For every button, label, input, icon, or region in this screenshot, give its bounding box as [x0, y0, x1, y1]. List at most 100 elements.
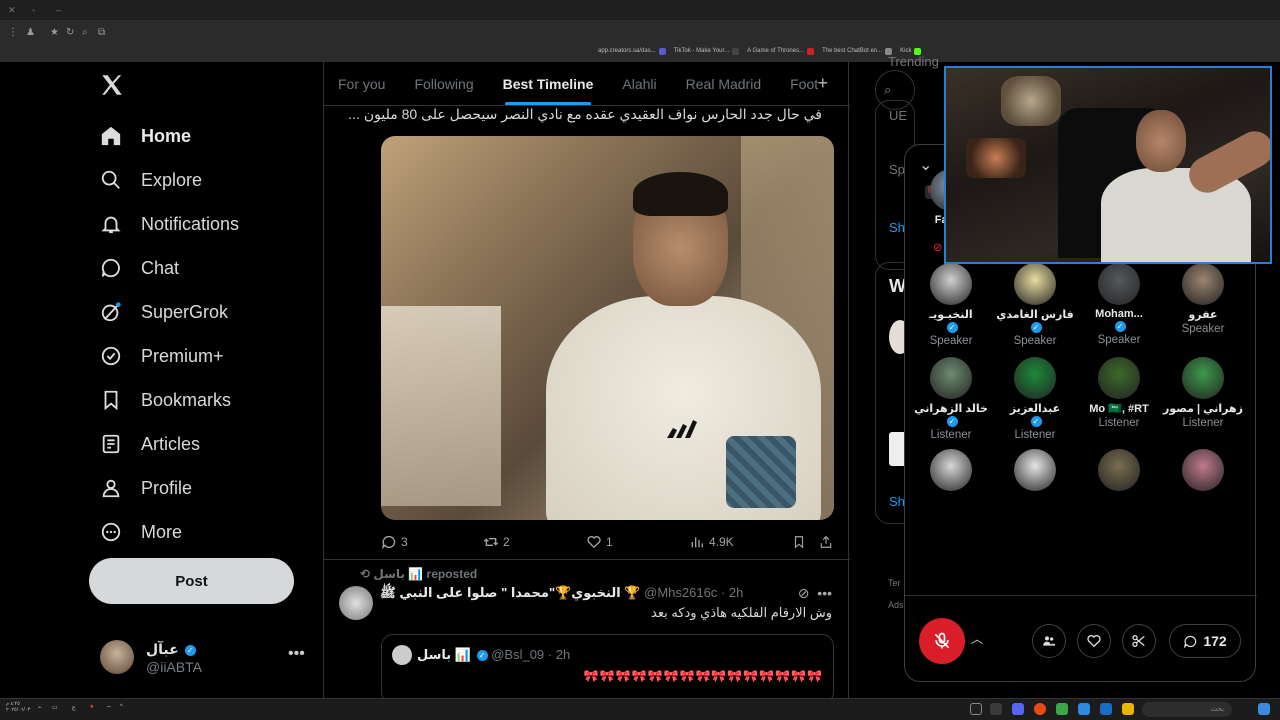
nav-bookmarks-label: Bookmarks: [141, 389, 232, 410]
space-participant[interactable]: خالد الزهراني ✓ Listener: [909, 357, 993, 441]
tab-alahli[interactable]: Alahli: [622, 62, 656, 105]
participant-role: Speaker: [1181, 323, 1225, 335]
participant-name: عفرو: [1188, 309, 1218, 321]
add-tab-icon[interactable]: +: [817, 73, 828, 94]
bookmark-favicon-icon: [732, 47, 740, 55]
zoom-icon[interactable]: ⌕: [82, 27, 88, 38]
bookmark-item[interactable]: The best ChatBot en...: [822, 47, 893, 55]
bookmark-item[interactable]: app.creators.sa/das...: [598, 47, 666, 55]
app-taskbar-icon[interactable]: [1078, 703, 1090, 715]
space-participant[interactable]: [993, 449, 1077, 491]
chrome-taskbar-icon[interactable]: [1034, 703, 1046, 715]
taskbar-search[interactable]: بحث: [1142, 702, 1232, 717]
minimize-icon[interactable]: –: [56, 6, 64, 15]
explorer-taskbar-icon[interactable]: [1122, 703, 1134, 715]
nav-premium[interactable]: Premium+: [100, 334, 239, 378]
verified-icon: ✓: [1030, 321, 1042, 333]
tweet-more-icon[interactable]: ⊘ •••: [798, 585, 832, 602]
tab-for-you[interactable]: For you: [338, 62, 385, 105]
tab-real-madrid[interactable]: Real Madrid: [686, 62, 761, 105]
mail-taskbar-icon[interactable]: [1100, 703, 1112, 715]
mute-toggle-button[interactable]: [919, 618, 965, 664]
participant-name: عبدالعزيز: [1009, 403, 1061, 415]
close-icon[interactable]: ✕: [8, 6, 16, 15]
views-button[interactable]: 4.9K: [689, 534, 734, 550]
space-participant[interactable]: زهراني | مصور Listener: [1161, 357, 1245, 429]
nav-articles[interactable]: Articles: [100, 422, 239, 466]
like-button[interactable]: 1: [586, 534, 613, 550]
extension-icon[interactable]: ♟: [26, 27, 35, 38]
bookmark-button[interactable]: [792, 534, 806, 550]
chevron-up-icon[interactable]: ^: [120, 704, 123, 710]
post-button[interactable]: Post: [89, 558, 294, 604]
space-participant[interactable]: [1077, 449, 1161, 491]
language-indicator[interactable]: ع: [72, 704, 76, 711]
nav-bookmarks[interactable]: Bookmarks: [100, 378, 239, 422]
participant-name-row: Moham... ✓: [1077, 308, 1161, 332]
chevron-up-icon[interactable]: ︿: [971, 630, 983, 647]
nav-notifications[interactable]: Notifications: [100, 202, 239, 246]
bookmark-item[interactable]: TikTok - Make Your...: [674, 47, 740, 55]
star-icon[interactable]: ★: [50, 27, 59, 38]
space-participant[interactable]: [1161, 449, 1245, 491]
start-icon[interactable]: [1258, 703, 1270, 715]
display-icon[interactable]: ▭: [52, 704, 58, 711]
nav-profile[interactable]: Profile: [100, 466, 239, 510]
tweet-image[interactable]: [381, 136, 834, 520]
timeline-column: For you Following Best Timeline Alahli R…: [323, 62, 850, 704]
obs-taskbar-icon[interactable]: [990, 703, 1002, 715]
repost-button[interactable]: 2: [483, 534, 510, 550]
nav-chat[interactable]: Chat: [100, 246, 239, 290]
avatar[interactable]: [339, 586, 373, 620]
space-participant[interactable]: Mo 🇸🇦, #RT Listener: [1077, 357, 1161, 429]
tab-following[interactable]: Following: [414, 62, 473, 105]
space-participant[interactable]: فارس الغامدي ✓ Speaker: [993, 263, 1077, 347]
reply-button[interactable]: 3: [381, 534, 408, 550]
more-dots-icon[interactable]: •••: [288, 645, 305, 663]
show-more-link[interactable]: Sh: [889, 220, 905, 235]
tab-best-timeline[interactable]: Best Timeline: [503, 62, 593, 105]
x-logo-icon[interactable]: [99, 72, 125, 98]
clip-button[interactable]: [1122, 624, 1156, 658]
react-button[interactable]: [1077, 624, 1111, 658]
space-participant[interactable]: النخبـويـ ✓ Speaker: [909, 263, 993, 347]
nav-supergrok[interactable]: SuperGrok: [100, 290, 239, 334]
terms-link[interactable]: Ter: [888, 578, 901, 588]
app-taskbar-icon[interactable]: [1056, 703, 1068, 715]
tiktok-taskbar-icon[interactable]: [970, 703, 982, 715]
menu-icon[interactable]: ⋮: [8, 27, 18, 38]
show-more-link[interactable]: Sh: [889, 494, 905, 509]
nav-home[interactable]: Home: [100, 114, 239, 158]
reload-icon[interactable]: ↻: [66, 27, 74, 38]
verified-icon: ✓: [476, 650, 488, 662]
comments-count-button[interactable]: 172: [1169, 624, 1241, 658]
network-icon[interactable]: ⌁: [38, 704, 42, 711]
mic-icon[interactable]: ●: [90, 704, 94, 710]
participant-role: Speaker: [929, 335, 973, 347]
ads-link[interactable]: Ads: [888, 600, 904, 610]
share-button[interactable]: [819, 534, 833, 550]
nav-explore[interactable]: Explore: [100, 158, 239, 202]
space-participant[interactable]: عفرو Speaker: [1161, 263, 1245, 335]
chat-bubble-icon: [100, 257, 122, 279]
quoted-tweet[interactable]: باسل 📊 ✓ @Bsl_09 · 2h 🎀🎀🎀🎀🎀🎀🎀🎀🎀🎀🎀🎀🎀🎀🎀: [381, 634, 834, 704]
restore-icon[interactable]: ◦: [32, 6, 40, 15]
heart-icon: [587, 536, 601, 549]
avatar: [1098, 357, 1140, 399]
wifi-icon[interactable]: ⌔: [106, 704, 112, 712]
share-icon[interactable]: ⧉: [98, 27, 105, 38]
tab-foot[interactable]: Foot: [790, 62, 818, 105]
reply-icon: [381, 535, 396, 550]
tweet-author[interactable]: النخبوي🏆"محمدا " صلوا على النبي ﷺ 🏆 @Mhs…: [380, 585, 743, 604]
views-icon: [691, 537, 703, 548]
account-switcher[interactable]: عبآل ✓ @iiABTA •••: [100, 637, 310, 677]
space-participant[interactable]: Moham... ✓ Speaker: [1077, 263, 1161, 346]
people-button[interactable]: [1032, 624, 1066, 658]
discord-taskbar-icon[interactable]: [1012, 703, 1024, 715]
space-participant[interactable]: عبدالعزيز ✓ Listener: [993, 357, 1077, 441]
clock[interactable]: ٤:٢٥ م ٢٠٢٥/٠٦/٠٣: [6, 701, 30, 713]
bookmark-item[interactable]: A Game of Thrones...: [747, 47, 815, 55]
nav-more[interactable]: More: [100, 510, 239, 554]
space-participant[interactable]: [909, 449, 993, 491]
bell-icon: [100, 213, 122, 235]
